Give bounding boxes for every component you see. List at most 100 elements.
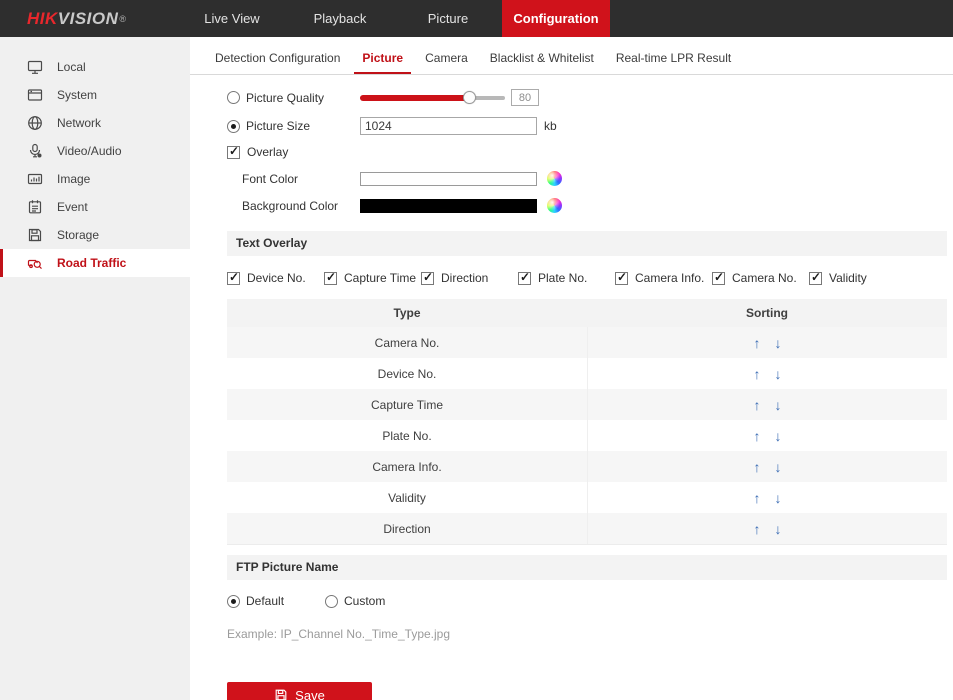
overlay-checkbox[interactable] xyxy=(227,146,240,159)
ftp-custom-option[interactable]: Custom xyxy=(325,594,423,608)
capture-time-checkbox[interactable] xyxy=(324,272,337,285)
table-row: Device No. ↑ ↓ xyxy=(227,358,947,389)
content-area: Detection Configuration Picture Camera B… xyxy=(190,37,953,700)
picture-quality-row: Picture Quality xyxy=(227,89,947,106)
picture-quality-radio[interactable] xyxy=(227,91,240,104)
microphone-icon xyxy=(27,143,44,160)
ftp-default-option[interactable]: Default xyxy=(227,594,325,608)
background-color-picker-icon[interactable] xyxy=(547,198,562,213)
ftp-picture-name-section-header: FTP Picture Name xyxy=(227,555,947,580)
checkbox-device-no[interactable]: Device No. xyxy=(227,271,324,285)
camera-info-label: Camera Info. xyxy=(635,271,704,285)
sorting-table-header: Type Sorting xyxy=(227,299,947,327)
tab-camera[interactable]: Camera xyxy=(417,48,476,74)
sidebar-item-system[interactable]: System xyxy=(0,81,190,109)
move-up-icon[interactable]: ↑ xyxy=(754,460,761,474)
tab-detection-configuration[interactable]: Detection Configuration xyxy=(207,48,348,74)
event-icon xyxy=(27,199,44,216)
table-row: Plate No. ↑↓ xyxy=(227,420,947,451)
row-type-label: Device No. xyxy=(227,367,587,381)
overlay-label: Overlay xyxy=(247,145,288,159)
background-color-swatch[interactable] xyxy=(360,199,537,213)
default-radio[interactable] xyxy=(227,595,240,608)
logo-text-hik: HIK xyxy=(27,9,58,29)
move-down-icon[interactable]: ↓ xyxy=(775,336,782,350)
nav-live-view[interactable]: Live View xyxy=(178,0,286,37)
ftp-options-row: Default Custom xyxy=(227,594,947,608)
picture-size-unit: kb xyxy=(544,119,557,133)
nav-playback[interactable]: Playback xyxy=(286,0,394,37)
font-color-label: Font Color xyxy=(242,172,298,186)
image-icon xyxy=(27,171,44,188)
move-down-icon[interactable]: ↓ xyxy=(775,491,782,505)
move-up-icon[interactable]: ↑ xyxy=(754,336,761,350)
storage-icon xyxy=(27,227,44,244)
sidebar-item-network[interactable]: Network xyxy=(0,109,190,137)
background-color-label: Background Color xyxy=(242,199,338,213)
camera-no-checkbox[interactable] xyxy=(712,272,725,285)
picture-size-label: Picture Size xyxy=(246,119,310,133)
checkbox-plate-no[interactable]: Plate No. xyxy=(518,271,615,285)
move-up-icon[interactable]: ↑ xyxy=(754,367,761,381)
move-up-icon[interactable]: ↑ xyxy=(754,522,761,536)
move-down-icon[interactable]: ↓ xyxy=(775,367,782,381)
sidebar-item-event[interactable]: Event xyxy=(0,193,190,221)
background-color-row: Background Color xyxy=(227,198,947,213)
move-up-icon[interactable]: ↑ xyxy=(754,491,761,505)
sidebar-item-label: Storage xyxy=(57,228,99,242)
checkbox-camera-info[interactable]: Camera Info. xyxy=(615,271,712,285)
capture-time-label: Capture Time xyxy=(344,271,416,285)
nav-configuration[interactable]: Configuration xyxy=(502,0,610,37)
move-up-icon[interactable]: ↑ xyxy=(754,429,761,443)
network-icon xyxy=(27,115,44,132)
direction-checkbox[interactable] xyxy=(421,272,434,285)
direction-label: Direction xyxy=(441,271,488,285)
top-navbar: HIKVISION® Live View Playback Picture Co… xyxy=(0,0,953,37)
slider-thumb[interactable] xyxy=(463,91,476,104)
row-type-label: Direction xyxy=(227,522,587,536)
row-type-label: Camera Info. xyxy=(227,460,587,474)
type-column-header: Type xyxy=(227,306,587,320)
move-down-icon[interactable]: ↓ xyxy=(775,522,782,536)
tab-picture[interactable]: Picture xyxy=(354,48,411,74)
move-down-icon[interactable]: ↓ xyxy=(775,460,782,474)
device-no-checkbox[interactable] xyxy=(227,272,240,285)
sidebar-item-image[interactable]: Image xyxy=(0,165,190,193)
camera-no-label: Camera No. xyxy=(732,271,797,285)
tab-blacklist-whitelist[interactable]: Blacklist & Whitelist xyxy=(482,48,602,74)
move-down-icon[interactable]: ↓ xyxy=(775,429,782,443)
validity-checkbox[interactable] xyxy=(809,272,822,285)
custom-radio[interactable] xyxy=(325,595,338,608)
system-icon xyxy=(27,87,44,104)
font-color-swatch[interactable] xyxy=(360,172,537,186)
logo-registered-mark: ® xyxy=(119,14,126,24)
camera-info-checkbox[interactable] xyxy=(615,272,628,285)
picture-quality-value[interactable] xyxy=(511,89,539,106)
sidebar-item-label: System xyxy=(57,88,97,102)
tab-bar: Detection Configuration Picture Camera B… xyxy=(190,37,953,75)
sidebar-item-storage[interactable]: Storage xyxy=(0,221,190,249)
move-up-icon[interactable]: ↑ xyxy=(754,398,761,412)
tab-realtime-lpr-result[interactable]: Real-time LPR Result xyxy=(608,48,739,74)
picture-size-radio[interactable] xyxy=(227,120,240,133)
road-traffic-icon xyxy=(27,255,44,272)
sidebar-item-road-traffic[interactable]: Road Traffic xyxy=(0,249,190,277)
sidebar-item-video-audio[interactable]: Video/Audio xyxy=(0,137,190,165)
save-button[interactable]: Save xyxy=(227,682,372,700)
picture-quality-slider[interactable] xyxy=(360,91,505,105)
checkbox-capture-time[interactable]: Capture Time xyxy=(324,271,421,285)
nav-picture[interactable]: Picture xyxy=(394,0,502,37)
plate-no-checkbox[interactable] xyxy=(518,272,531,285)
save-icon xyxy=(274,688,288,700)
checkbox-camera-no[interactable]: Camera No. xyxy=(712,271,809,285)
picture-size-input[interactable] xyxy=(360,117,537,135)
checkbox-validity[interactable]: Validity xyxy=(809,271,867,285)
move-down-icon[interactable]: ↓ xyxy=(775,398,782,412)
table-row: Camera Info. ↑ ↓ xyxy=(227,451,947,482)
save-button-label: Save xyxy=(295,688,325,700)
font-color-picker-icon[interactable] xyxy=(547,171,562,186)
checkbox-direction[interactable]: Direction xyxy=(421,271,518,285)
sidebar-item-label: Event xyxy=(57,200,88,214)
sidebar-item-local[interactable]: Local xyxy=(0,53,190,81)
hikvision-logo: HIKVISION® xyxy=(0,0,178,37)
